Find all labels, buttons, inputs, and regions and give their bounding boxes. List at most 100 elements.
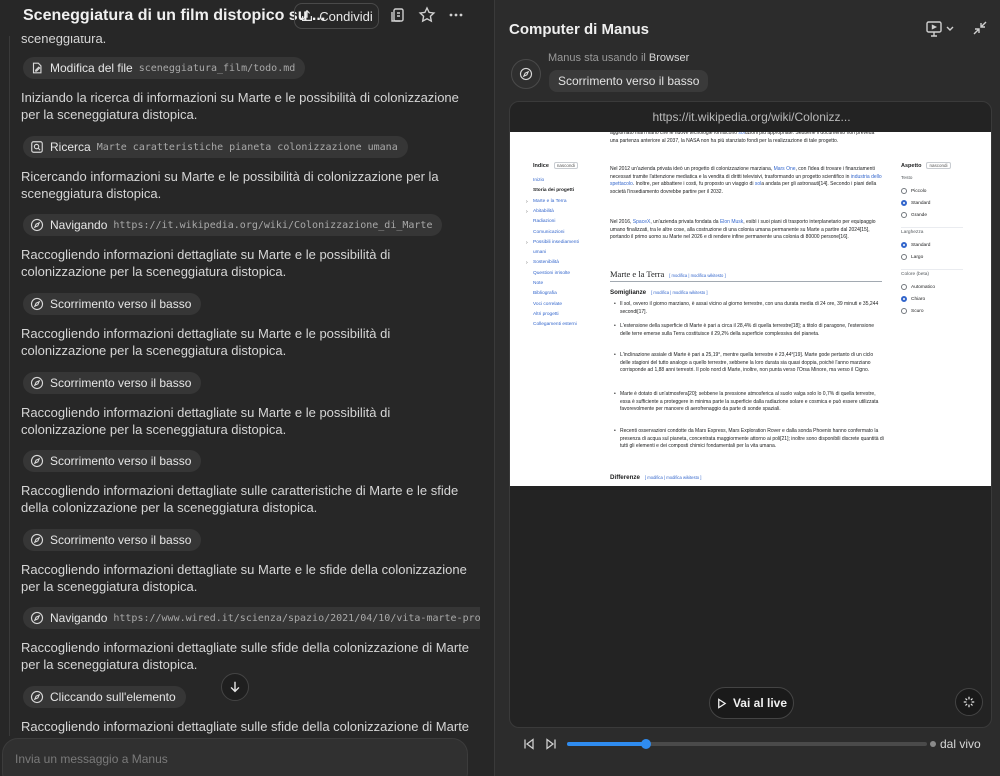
edit-section-link[interactable]: [ modifica | modifica wikitesto ] [645,475,701,480]
edit-section-link[interactable]: [ modifica | modifica wikitesto ] [651,290,707,295]
radio-icon [901,254,907,260]
action-argument: https://it.wikipedia.org/wiki/Colonizzaz… [113,219,433,231]
article-paragraph: Nel 2016, SpaceX, un'azienda privata fon… [610,219,876,240]
toc-title-text: Indice [533,163,549,169]
toc-item[interactable]: Marte e la Terra [533,199,567,204]
computer-title: Computer di Manus [509,21,650,38]
divider [901,227,963,228]
toc-item[interactable]: Collegamenti esterni [533,322,577,327]
toc-item[interactable]: Altri progetti [533,312,559,317]
action-label: Scorrimento verso il basso [50,297,192,311]
more-icon[interactable] [447,6,465,24]
timeline-line [9,36,10,736]
go-live-label: Vai al live [732,696,788,710]
task-header: Sceneggiatura di un film distopico su ..… [0,0,480,36]
action-chip[interactable]: Cliccando sull'elemento [23,686,186,708]
divider [901,269,963,270]
appearance-radio[interactable]: Largo [901,254,923,260]
toc-item[interactable]: Storia dei progetti [533,188,574,193]
subsection-heading: Differenze [ modifica | modifica wikitest… [610,474,701,481]
scroll-down-button[interactable] [221,673,249,701]
search-icon [31,141,43,153]
appearance-radio[interactable]: Standard [901,242,930,248]
toc-item[interactable]: Possibili insediamenti [533,240,579,245]
toc-item[interactable]: Abitabilità [533,209,554,214]
toc-item[interactable]: Comunicazioni [533,230,564,235]
compass-icon [30,218,44,232]
toc-item[interactable]: Inizio [533,178,544,183]
toc-hide-button[interactable]: nascondi [553,162,578,169]
feed-message: Raccogliendo informazioni dettagliate su… [21,405,391,437]
action-label: Navigando [50,218,108,232]
action-chip[interactable]: Modifica del file sceneggiatura_film/todo… [23,57,306,79]
appearance-title-text: Aspetto [901,163,922,169]
action-chip[interactable]: Scorrimento verso il basso [23,450,202,472]
skip-back-icon[interactable] [523,738,535,750]
article-bullet: Recenti osservazioni condotte da Mars Ex… [614,428,884,451]
action-chip[interactable]: Scorrimento verso il basso [23,372,202,394]
compass-icon [30,297,44,311]
toc-item[interactable]: Voci correlate [533,302,562,307]
appearance-radio-label: Chiaro [911,296,926,302]
subsection-heading-text: Somiglianze [610,289,647,296]
play-icon [718,697,727,709]
action-chip[interactable]: Navigando https://it.wikipedia.org/wiki/C… [23,214,443,236]
appearance-radio[interactable]: Grande [901,212,927,218]
share-button[interactable]: Condividi [294,3,379,29]
tool-status-tool: Browser [648,52,690,64]
appearance-radio[interactable]: Standard [901,200,930,206]
skip-forward-icon[interactable] [545,738,557,750]
feed-message: Raccogliendo informazioni dettagliate su… [21,247,391,279]
action-label: Cliccando sull'elemento [50,690,176,704]
timeline-slider[interactable] [567,739,927,749]
article-paragraph: aggiornato man mano che le nuove tecnolo… [610,132,875,144]
appearance-radio-label: Standard [911,200,931,206]
toc-item[interactable]: Questioni irrisolte [533,271,570,276]
toc-item[interactable]: Bibliografia [533,291,557,296]
subsection-heading: Somiglianze [ modifica | modifica wikites… [610,289,708,296]
file-copy-icon[interactable] [389,6,407,24]
wikipedia-page[interactable]: Indice nascondi Inizio Storia dei progetti ›… [510,132,991,486]
action-chip[interactable]: Ricerca Marte caratteristiche pianeta col… [23,136,408,158]
share-label: Condividi [319,8,373,24]
feed-message: Raccogliendo informazioni dettagliate su… [21,483,459,515]
appearance-radio[interactable]: Piccolo [901,188,926,194]
chevron-right-icon[interactable]: › [526,209,528,215]
go-live-button[interactable]: Vai al live [709,687,794,719]
toc-item[interactable]: Note [533,281,543,286]
timeline-thumb[interactable] [641,739,652,749]
chat-pane: sceneggiatura. Modifica del file sceneggia… [0,0,480,776]
appearance-radio[interactable]: Automatico [901,284,935,290]
appearance-radio[interactable]: Chiaro [901,296,925,302]
toc-item[interactable]: umani [533,250,546,255]
task-title: Sceneggiatura di un film distopico su ..… [23,7,326,24]
toc-title: Indice nascondi [533,162,578,169]
section-heading: Marte e la Terra [ modifica | modifica wi… [610,269,882,282]
chevron-right-icon[interactable]: › [526,199,528,205]
tool-status: Manus sta usando il Browser [548,52,689,64]
star-icon[interactable] [418,6,436,24]
takeover-button[interactable] [955,688,983,716]
section-heading-text: Marte e la Terra [610,269,665,279]
monitor-icon[interactable] [925,20,957,38]
edit-section-link[interactable]: [ modifica | modifica wikitesto ] [669,273,725,278]
chevron-right-icon[interactable]: › [526,240,528,246]
article-bullet: Marte è dotato di un'atmosfera[20]; sebb… [614,391,884,414]
message-input[interactable] [15,752,445,766]
collapse-icon[interactable] [972,20,988,36]
toc-item[interactable]: Radiazioni [533,219,555,224]
appearance-group-label: Larghezza [901,230,924,235]
chevron-right-icon[interactable]: › [526,260,528,266]
appearance-hide-button[interactable]: nascondi [926,162,951,169]
action-chip[interactable]: Scorrimento verso il basso [23,529,202,551]
action-chip[interactable]: Navigando https://www.wired.it/scienza/sp… [23,607,480,629]
feed-message: Raccogliendo informazioni dettagliate su… [21,562,467,594]
edit-file-icon [32,62,42,74]
action-chip[interactable]: Scorrimento verso il basso [23,293,202,315]
arrow-down-icon [230,681,240,693]
appearance-radio[interactable]: Scuro [901,308,924,314]
appearance-group-label: Colore (beta) [901,272,929,277]
article-bullet: L'inclinazione assiale di Marte è pari a… [614,352,884,375]
toc-item[interactable]: Sostenibilità [533,260,559,265]
share-icon [302,9,313,21]
